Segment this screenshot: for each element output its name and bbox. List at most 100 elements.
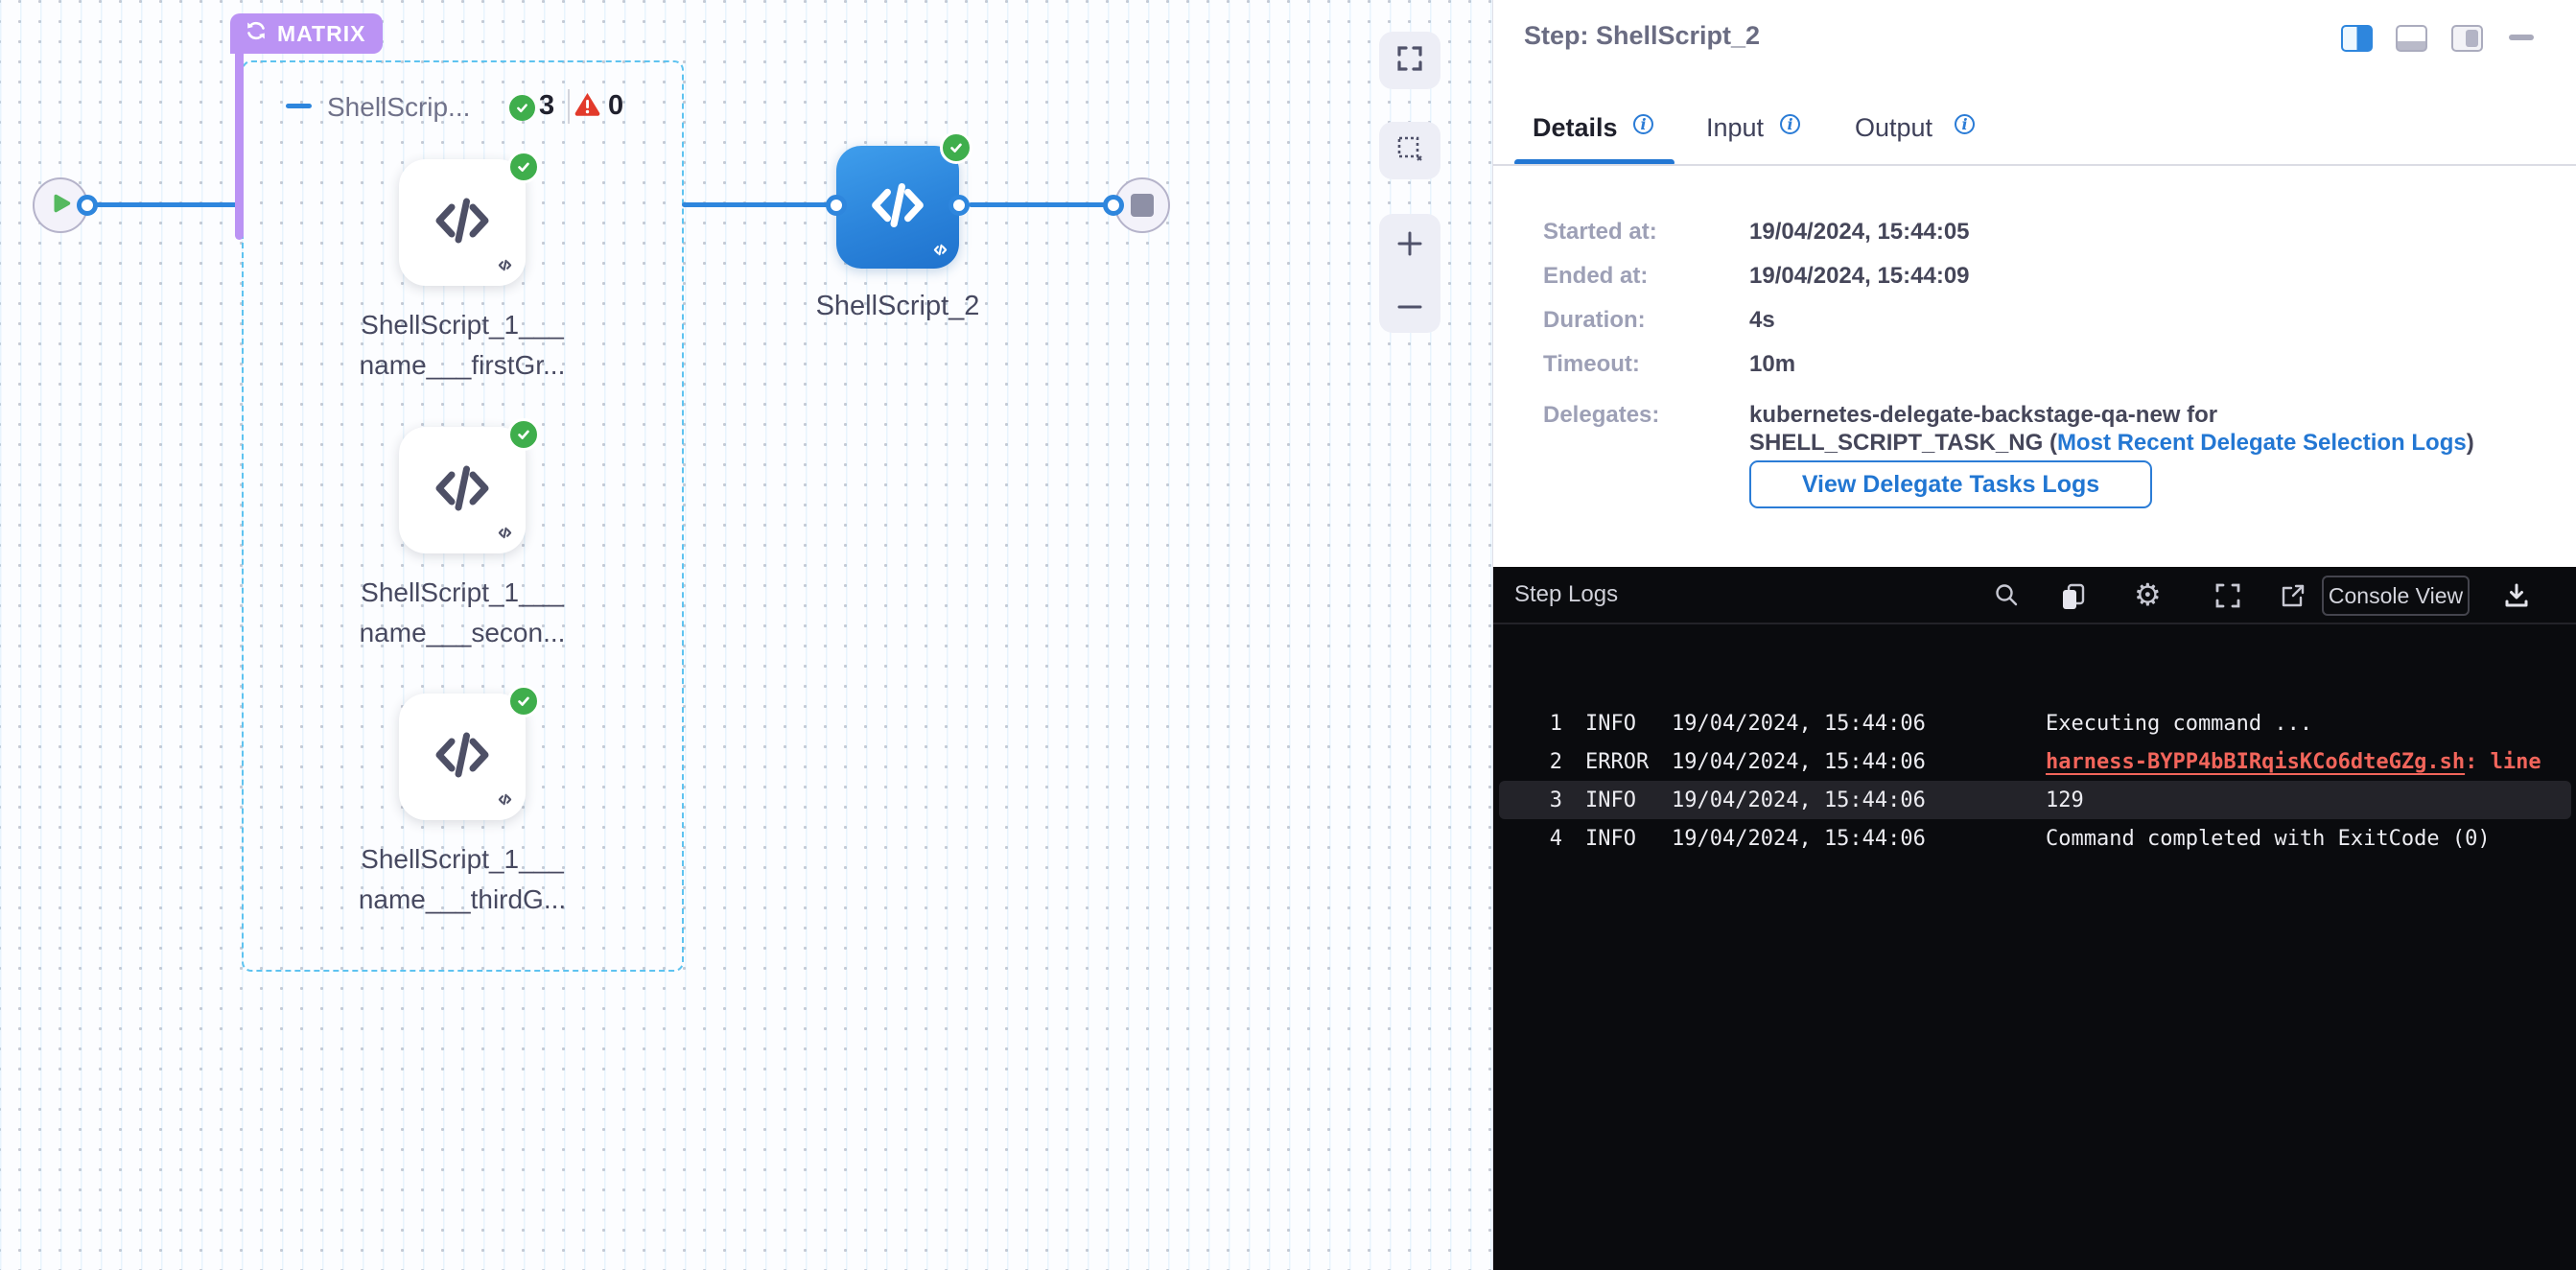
details-info-icon[interactable]: i	[1633, 114, 1653, 134]
log-timestamp: 19/04/2024, 15:44:06	[1672, 827, 1936, 851]
node-label: ShellScript_1___ name___thirdG...	[328, 839, 597, 920]
code-icon	[868, 176, 927, 240]
end-node-in-port	[1103, 195, 1124, 216]
selection-box-icon	[1396, 135, 1423, 167]
log-lines: 1 INFO 19/04/2024, 15:44:06 Executing co…	[1493, 704, 2576, 858]
layout-split-bottom-icon[interactable]	[2396, 25, 2427, 52]
started-at-label: Started at:	[1543, 219, 1657, 246]
tabs-bottom-border	[1493, 164, 2576, 166]
log-line-1[interactable]: 1 INFO 19/04/2024, 15:44:06 Executing co…	[1499, 704, 2571, 742]
matrix-badge-label: MATRIX	[277, 21, 365, 47]
started-at-value: 19/04/2024, 15:44:05	[1749, 219, 1970, 246]
log-timestamp: 19/04/2024, 15:44:06	[1672, 712, 1936, 736]
code-icon	[432, 458, 493, 524]
duration-label: Duration:	[1543, 307, 1646, 334]
log-level: INFO	[1585, 788, 1649, 812]
code-mini-icon	[497, 258, 513, 277]
layout-split-right-icon[interactable]	[2341, 25, 2373, 52]
log-error-message: harness-BYPP4bBIRqisKCo6dteGZg.sh: line	[2046, 750, 2541, 774]
log-line-4[interactable]: 4 INFO 19/04/2024, 15:44:06 Command comp…	[1499, 819, 2571, 858]
node-success-badge	[507, 418, 540, 451]
pipeline-canvas[interactable]: MATRIX ShellScrip... 3 0 ShellScript_1	[0, 0, 1492, 1270]
node-shellscript-2-selected[interactable]	[836, 146, 959, 269]
log-search-icon[interactable]	[1994, 582, 2020, 613]
matrix-group-name: ShellScrip...	[327, 92, 470, 123]
log-fullscreen-icon[interactable]	[2214, 582, 2241, 614]
layout-floating-panel-icon[interactable]	[2451, 25, 2483, 52]
matrix-collapse-button[interactable]	[286, 104, 312, 108]
log-error-message-rest: : line	[2465, 750, 2541, 774]
log-line-number: 2	[1522, 750, 1562, 774]
step-details-panel: Step: ShellScript_2 Details i Input i Ou…	[1492, 0, 2576, 1270]
timeout-label: Timeout:	[1543, 351, 1640, 378]
zoom-out-button[interactable]	[1395, 300, 1424, 318]
matrix-failed-icon	[574, 91, 601, 122]
connector-start-to-matrix	[86, 202, 240, 207]
matrix-failed-count: 0	[608, 90, 623, 122]
start-node-out-port	[77, 195, 98, 216]
code-icon	[432, 190, 493, 256]
node-success-badge	[507, 151, 540, 183]
pipeline-execution-view: MATRIX ShellScrip... 3 0 ShellScript_1	[0, 0, 2576, 1270]
log-copy-icon[interactable]	[2059, 582, 2088, 616]
delegates-suffix: )	[2467, 430, 2474, 456]
stop-icon	[1131, 194, 1154, 217]
console-view-button[interactable]: Console View	[2322, 576, 2470, 616]
log-settings-gear-icon[interactable]: ⚙	[2134, 579, 2162, 610]
log-message: Command completed with ExitCode (0)	[2046, 827, 2491, 851]
log-message: Executing command ...	[2046, 712, 2312, 736]
play-icon	[48, 191, 73, 221]
log-level: INFO	[1585, 712, 1649, 736]
input-info-icon[interactable]: i	[1780, 114, 1800, 134]
log-line-number: 1	[1522, 712, 1562, 736]
floating-panel-glyph	[2466, 30, 2478, 47]
code-icon	[432, 724, 493, 790]
view-delegate-tasks-logs-button[interactable]: View Delegate Tasks Logs	[1749, 460, 2152, 508]
log-error-script-link[interactable]: harness-BYPP4bBIRqisKCo6dteGZg.sh	[2046, 750, 2465, 774]
node-shellscript-1-second[interactable]	[399, 427, 526, 553]
log-message: 129	[2046, 788, 2084, 812]
code-mini-icon	[497, 526, 513, 545]
code-mini-icon	[497, 792, 513, 811]
ended-at-value: 19/04/2024, 15:44:09	[1749, 263, 1970, 290]
log-level: ERROR	[1585, 750, 1649, 774]
node-shellscript-1-third[interactable]	[399, 694, 526, 820]
log-line-2[interactable]: 2 ERROR 19/04/2024, 15:44:06 harness-BYP…	[1499, 742, 2571, 781]
connector-shellscript2-to-end	[969, 202, 1114, 207]
step-logs-console: Step Logs ⚙ Console View	[1493, 567, 2576, 1270]
node-success-badge	[940, 131, 972, 164]
canvas-zoom-controls	[1379, 214, 1440, 333]
minimize-panel-button[interactable]	[2509, 35, 2534, 40]
canvas-selection-mode-button[interactable]	[1379, 122, 1440, 179]
duration-value: 4s	[1749, 307, 1775, 334]
matrix-left-bar	[235, 40, 244, 240]
matrix-success-icon	[509, 95, 535, 121]
step-logs-header: Step Logs ⚙ Console View	[1493, 567, 2576, 624]
log-line-number: 4	[1522, 827, 1562, 851]
timeout-value: 10m	[1749, 351, 1795, 378]
log-level: INFO	[1585, 827, 1649, 851]
delegates-task-name: SHELL_SCRIPT_TASK_NG (	[1749, 430, 2057, 456]
output-info-icon[interactable]: i	[1955, 114, 1975, 134]
log-timestamp: 19/04/2024, 15:44:06	[1672, 788, 1936, 812]
tab-details[interactable]: Details	[1533, 113, 1618, 143]
fullscreen-icon	[1396, 45, 1423, 77]
log-open-new-tab-icon[interactable]	[2280, 582, 2307, 614]
canvas-fit-screen-button[interactable]	[1379, 32, 1440, 89]
node-label: ShellScript_1___ name___firstGr...	[328, 305, 597, 386]
tab-output[interactable]: Output	[1855, 113, 1932, 143]
node-shellscript-1-first[interactable]	[399, 159, 526, 286]
log-line-3-selected[interactable]: 3 INFO 19/04/2024, 15:44:06 129	[1499, 781, 2571, 819]
zoom-in-button[interactable]	[1395, 229, 1424, 263]
code-mini-icon	[932, 243, 948, 262]
log-download-icon[interactable]	[2503, 582, 2530, 614]
delegate-selection-logs-link[interactable]: Most Recent Delegate Selection Logs	[2057, 430, 2467, 456]
shellscript2-in-port	[826, 195, 847, 216]
ended-at-label: Ended at:	[1543, 263, 1648, 290]
node-label: ShellScript_1___ name___secon...	[328, 573, 597, 653]
tab-input[interactable]: Input	[1706, 113, 1764, 143]
delegates-value-line1: kubernetes-delegate-backstage-qa-new for	[1749, 402, 2217, 429]
step-logs-title: Step Logs	[1514, 581, 1618, 608]
delegates-label: Delegates:	[1543, 402, 1659, 429]
loop-icon	[244, 18, 269, 49]
